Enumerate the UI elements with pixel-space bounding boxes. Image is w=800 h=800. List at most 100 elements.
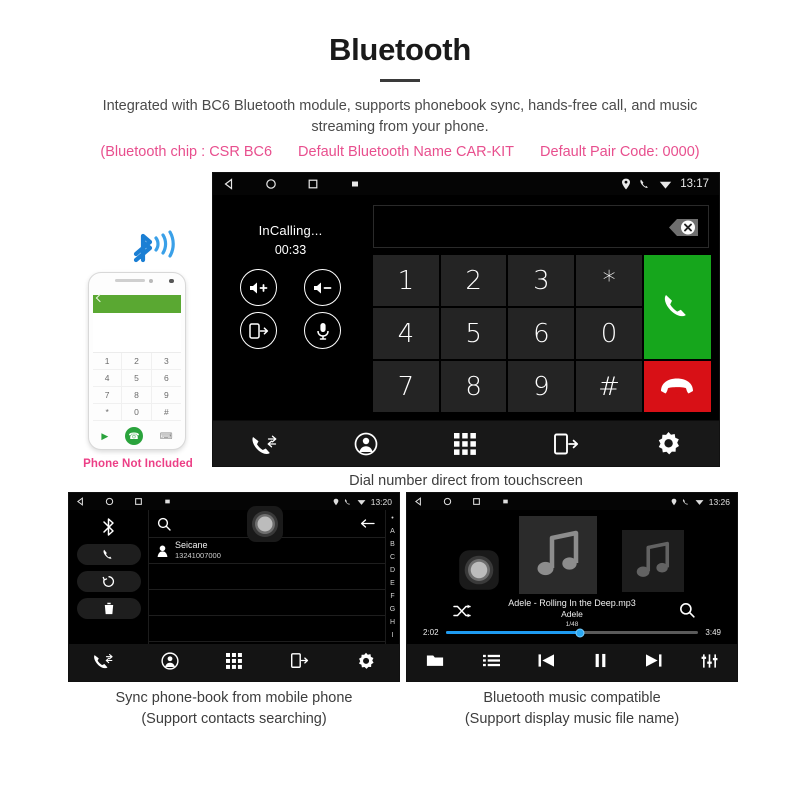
number-input-field[interactable] xyxy=(373,205,709,249)
album-art-next[interactable] xyxy=(622,530,684,593)
key-5[interactable]: 5 xyxy=(440,308,507,360)
index-entry[interactable]: G xyxy=(390,606,395,613)
phonebook-delete-button[interactable] xyxy=(76,598,141,620)
nav-contacts[interactable] xyxy=(161,651,179,675)
nav-phone-sync[interactable] xyxy=(290,652,309,674)
index-entry[interactable]: C xyxy=(390,554,395,561)
back-icon[interactable] xyxy=(223,178,235,190)
key-hash[interactable]: # xyxy=(576,361,642,413)
nav-call-history[interactable] xyxy=(251,433,277,455)
transfer-to-phone-button[interactable] xyxy=(240,312,277,350)
back-icon[interactable] xyxy=(414,497,423,506)
phone-icon xyxy=(640,179,649,188)
music-folder-button[interactable] xyxy=(426,653,444,673)
screenshot-icon[interactable] xyxy=(163,497,172,506)
key-7[interactable]: 7 xyxy=(373,361,439,413)
end-call-icon xyxy=(661,378,694,394)
phone-key: 2 xyxy=(122,353,152,371)
recents-icon[interactable] xyxy=(472,497,481,506)
status-time: 13:17 xyxy=(680,178,709,191)
page-subtitle: Integrated with BC6 Bluetooth module, su… xyxy=(102,98,698,136)
contact-list-item[interactable] xyxy=(149,616,385,643)
index-entry[interactable]: I xyxy=(392,632,394,639)
answer-call-button[interactable] xyxy=(643,255,711,360)
spec-chip: (Bluetooth chip : CSR BC6 xyxy=(100,144,273,161)
nav-settings[interactable] xyxy=(357,652,375,675)
music-previous-button[interactable] xyxy=(538,653,555,673)
search-icon[interactable] xyxy=(679,602,695,618)
phone-key: 4 xyxy=(93,370,123,388)
key-3[interactable]: 3 xyxy=(508,255,575,307)
folder-icon xyxy=(427,655,444,666)
progress-slider[interactable] xyxy=(445,628,699,638)
index-entry[interactable]: • xyxy=(391,515,393,522)
mute-microphone-button[interactable] xyxy=(304,312,341,350)
backspace-icon[interactable] xyxy=(656,215,700,240)
recents-icon[interactable] xyxy=(134,497,143,506)
phone-key: 9 xyxy=(151,387,181,405)
home-icon[interactable] xyxy=(443,497,452,506)
music-pause-button[interactable] xyxy=(594,653,607,673)
contact-list-item[interactable] xyxy=(149,564,385,591)
volume-knob-overlay xyxy=(247,506,283,543)
volume-down-button[interactable] xyxy=(304,269,341,307)
album-art-current[interactable] xyxy=(519,516,597,595)
dialer-nav-bar xyxy=(213,420,719,467)
index-entry[interactable]: D xyxy=(390,567,395,574)
phonebook-screenshot: 13:20 Seicane 13241007000 • A B C D E F … xyxy=(68,492,400,683)
key-8[interactable]: 8 xyxy=(440,361,507,413)
screenshot-icon[interactable] xyxy=(501,497,510,506)
key-0[interactable]: 0 xyxy=(576,308,642,360)
phone-key: 0 xyxy=(122,404,152,422)
key-2[interactable]: 2 xyxy=(440,255,507,307)
key-6[interactable]: 6 xyxy=(508,308,575,360)
nav-dialpad[interactable] xyxy=(226,652,243,674)
nav-dialpad[interactable] xyxy=(454,432,477,455)
key-1[interactable]: 1 xyxy=(373,255,439,307)
wifi-icon xyxy=(660,181,672,189)
contact-list-item[interactable] xyxy=(149,590,385,617)
music-playlist-button[interactable] xyxy=(482,653,500,673)
recents-icon[interactable] xyxy=(307,178,319,190)
back-icon[interactable] xyxy=(76,497,85,506)
music-note-icon xyxy=(636,541,670,577)
nav-settings[interactable] xyxy=(656,431,681,456)
progress-handle[interactable] xyxy=(575,628,585,638)
index-entry[interactable]: H xyxy=(390,619,395,626)
location-icon xyxy=(333,498,339,505)
back-arrow-icon[interactable] xyxy=(360,518,375,529)
volume-knob-overlay xyxy=(459,550,499,590)
key-9[interactable]: 9 xyxy=(508,361,575,413)
screenshot-icon[interactable] xyxy=(349,178,361,190)
dialer-screenshot: 13:17 InCalling... 00:33 1 2 3 * 4 5 6 0… xyxy=(212,172,720,468)
search-icon[interactable] xyxy=(157,517,171,531)
music-next-button[interactable] xyxy=(645,653,662,673)
key-4[interactable]: 4 xyxy=(373,308,439,360)
nav-contacts[interactable] xyxy=(354,432,378,456)
end-call-button[interactable] xyxy=(643,361,711,413)
phonebook-search-row[interactable] xyxy=(149,506,385,543)
shuffle-icon[interactable] xyxy=(453,604,471,618)
phonebook-call-button[interactable] xyxy=(76,544,141,566)
key-star[interactable]: * xyxy=(576,255,642,307)
nav-call-history[interactable] xyxy=(93,652,113,674)
index-entry[interactable]: B xyxy=(390,541,395,548)
phonebook-main: Seicane 13241007000 xyxy=(149,506,385,644)
home-icon[interactable] xyxy=(265,178,277,190)
nav-phone-sync[interactable] xyxy=(553,432,579,456)
home-icon[interactable] xyxy=(105,497,114,506)
volume-up-button[interactable] xyxy=(240,269,277,307)
videocall-icon: ▶ xyxy=(101,430,109,441)
music-equalizer-button[interactable] xyxy=(701,653,718,674)
alphabet-index[interactable]: • A B C D E F G H I xyxy=(385,510,399,645)
index-entry[interactable]: E xyxy=(390,580,395,587)
playlist-icon xyxy=(482,654,500,667)
bluetooth-icon xyxy=(103,518,114,536)
phonebook-sync-button[interactable] xyxy=(76,571,141,593)
contact-name: Seicane xyxy=(175,540,208,551)
wifi-icon xyxy=(357,499,366,505)
index-entry[interactable]: F xyxy=(390,593,394,600)
phone-key: 7 xyxy=(93,387,123,405)
index-entry[interactable]: A xyxy=(390,528,395,535)
pause-icon xyxy=(595,653,606,668)
